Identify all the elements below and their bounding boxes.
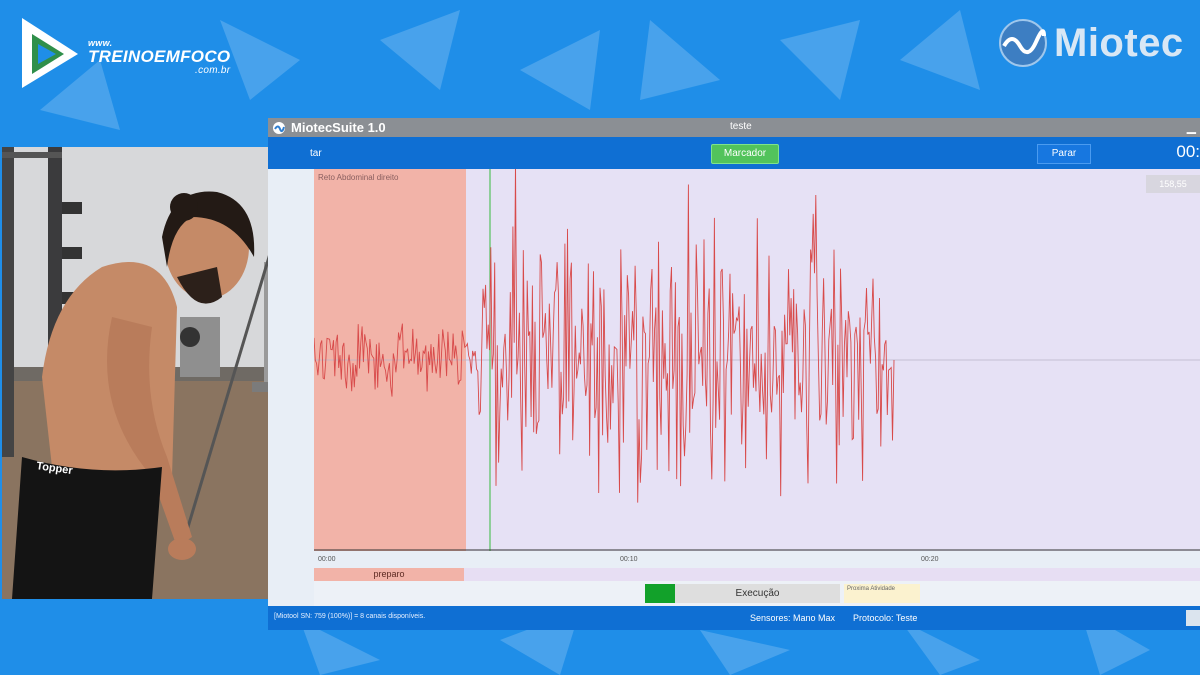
miotec-wordmark: Miotec [1054,20,1184,65]
webcam-feed: Topper [2,147,310,599]
globe-wave-icon [999,19,1047,67]
tick-label-0: 00:00 [318,556,336,563]
phase-timeline: preparo [314,568,1200,581]
marker-button[interactable]: Marcador [711,144,779,164]
protocol-status: Protocolo: Teste [853,613,918,623]
miotecsuite-window: MiotecSuite 1.0 teste ▁ tar Marcador Par… [268,118,1200,630]
execution-indicator [645,584,675,603]
tick-label-20: 00:20 [921,556,939,563]
title-bar: MiotecSuite 1.0 teste ▁ [268,118,1200,137]
miotec-logo: Miotec [998,16,1184,70]
channel-label: Reto Abdominal direito [318,173,399,182]
device-status: [Miotool SN: 759 (100%)] = 8 canais disp… [274,613,426,620]
elapsed-timer: 00: [1176,142,1200,161]
emg-signal-chart [314,169,1200,551]
webcam-image: Topper [2,147,310,599]
tick-label-10: 00:10 [620,556,638,563]
status-bar: [Miotool SN: 759 (100%)] = 8 canais disp… [268,606,1200,630]
emg-plot[interactable]: Reto Abdominal direito 158,55 [314,169,1200,551]
treinoemfoco-logo: www. TREINOEMFOCO .com.br [18,14,230,94]
app-title: MiotecSuite 1.0 [291,120,386,135]
toolbar: tar Marcador Parar 00: [268,137,1200,169]
stop-button[interactable]: Parar [1037,144,1091,164]
document-title: teste [730,121,752,132]
sensors-status: Sensores: Mano Max [750,613,836,623]
start-button[interactable]: tar [310,148,322,159]
channel-value-box: 158,55 [1146,175,1200,193]
miotec-app-icon [273,121,285,134]
execution-label[interactable]: Execução [675,584,840,603]
brand-domain: .com.br [194,65,231,76]
next-activity-box: Proxima Atividade [844,584,920,603]
play-triangle-icon [22,18,78,88]
status-end-button[interactable] [1186,610,1200,626]
phase-preparo: preparo [314,568,464,581]
execution-row: Execução Proxima Atividade [314,581,1200,606]
minimize-icon[interactable]: ▁ [1187,120,1196,134]
